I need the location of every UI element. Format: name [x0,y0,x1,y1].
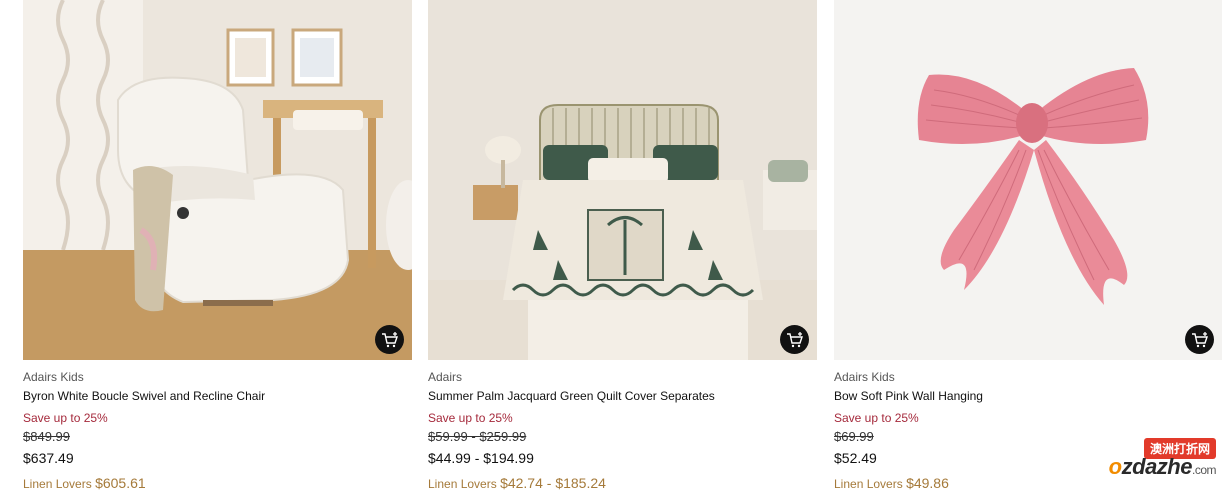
product-info: Adairs Summer Palm Jacquard Green Quilt … [428,360,817,493]
product-image[interactable] [428,0,817,360]
watermark-rest: zdazhe [1121,454,1193,479]
add-to-cart-button[interactable] [375,325,404,354]
current-price: $44.99 - $194.99 [428,450,534,466]
was-price: $849.99 [23,429,70,444]
bow-photo [834,0,1222,360]
product-image[interactable] [23,0,412,360]
member-label: Linen Lovers [23,477,92,491]
bed-photo [428,0,817,360]
was-price: $59.99 - $259.99 [428,429,527,444]
product-info: Adairs Kids Byron White Boucle Swivel an… [23,360,412,493]
add-to-cart-button[interactable] [780,325,809,354]
cart-plus-icon [1191,331,1208,347]
product-grid: Adairs Kids Byron White Boucle Swivel an… [0,0,1232,498]
product-card[interactable]: Adairs Kids Byron White Boucle Swivel an… [23,0,412,498]
product-image[interactable] [834,0,1222,360]
watermark-suffix: .com [1191,463,1217,477]
save-badge: Save up to 25% [23,411,108,425]
product-brand: Adairs Kids [23,370,84,384]
member-label: Linen Lovers [834,477,903,491]
member-price-value: $42.74 - $185.24 [500,475,606,491]
save-badge: Save up to 25% [428,411,513,425]
member-price: Linen Lovers $42.74 - $185.24 [428,473,817,493]
member-price-value: $605.61 [95,475,146,491]
product-brand: Adairs Kids [834,370,895,384]
watermark-brand: ozdazhe.com [1108,454,1217,480]
watermark-logo: 澳洲打折网 ozdazhe.com [1046,438,1226,492]
member-price-value: $49.86 [906,475,949,491]
member-price: Linen Lovers $605.61 [23,473,412,493]
add-to-cart-button[interactable] [1185,325,1214,354]
watermark-o: o [1108,454,1122,479]
cart-plus-icon [381,331,398,347]
chair-photo [23,0,412,360]
current-price: $637.49 [23,450,74,466]
product-card[interactable]: Adairs Summer Palm Jacquard Green Quilt … [428,0,817,498]
product-title-link[interactable]: Byron White Boucle Swivel and Recline Ch… [23,387,412,405]
cart-plus-icon [786,331,803,347]
product-brand: Adairs [428,370,463,384]
product-card[interactable]: Adairs Kids Bow Soft Pink Wall Hanging S… [834,0,1222,498]
member-label: Linen Lovers [428,477,497,491]
product-title-link[interactable]: Summer Palm Jacquard Green Quilt Cover S… [428,387,817,405]
product-title-link[interactable]: Bow Soft Pink Wall Hanging [834,387,1222,405]
save-badge: Save up to 25% [834,411,919,425]
